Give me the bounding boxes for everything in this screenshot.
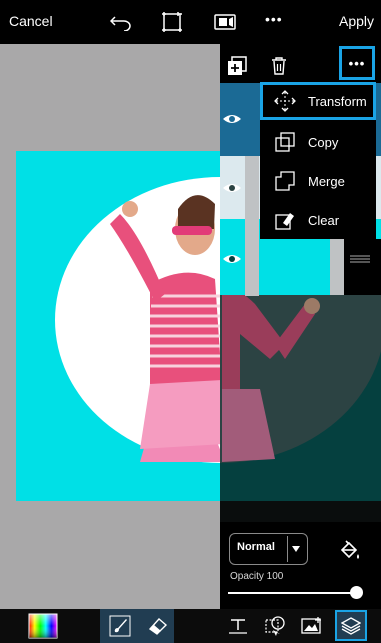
menu-item-label: Clear [308,212,340,228]
layer-drag-area[interactable] [344,239,381,295]
eraser-icon[interactable] [142,610,174,642]
top-toolbar [0,0,381,44]
menu-item-copy[interactable]: Copy [260,123,376,161]
opacity-slider-track[interactable] [228,592,358,594]
eye-icon[interactable] [222,181,242,195]
blend-divider [287,536,288,562]
menu-item-merge[interactable]: Merge [260,162,376,200]
menu-item-label: Transform [308,93,367,109]
image-layer-icon[interactable] [296,610,328,642]
text-tool-icon[interactable] [222,610,254,642]
fill-bucket-icon[interactable] [338,538,362,562]
menu-item-label: Merge [308,173,345,189]
menu-item-transform[interactable]: Transform [260,82,376,120]
add-layer-icon[interactable] [226,55,248,77]
opacity-label: Opacity 100 [230,571,284,582]
shape-selection-icon[interactable] [259,610,291,642]
opacity-slider-handle[interactable] [350,586,363,599]
undo-icon[interactable] [108,10,134,34]
transform-icon [274,90,296,112]
drag-handle-icon[interactable] [350,255,370,263]
brush-icon[interactable] [104,610,136,642]
blend-mode-value: Normal [237,541,275,553]
more-dots-label: ••• [348,55,366,71]
layers-tab-icon[interactable] [335,610,367,641]
menu-item-clear[interactable]: Clear [260,201,376,239]
trash-icon[interactable] [268,55,290,77]
crop-frame-icon[interactable] [159,10,185,34]
eye-icon[interactable] [222,252,242,266]
more-options-button[interactable]: ••• [265,11,283,27]
camera-layer-icon[interactable] [212,10,238,34]
layer-thumb-edge [245,156,259,296]
merge-icon [274,170,296,192]
eye-icon[interactable] [222,112,242,126]
color-picker-icon[interactable] [27,610,59,642]
menu-item-label: Copy [308,134,339,150]
layer-options-button[interactable]: ••• [339,46,375,80]
apply-button[interactable]: Apply [339,13,374,29]
clear-icon [274,209,296,231]
chevron-down-icon[interactable] [292,546,300,552]
copy-icon [274,131,296,153]
layer-options-menu: Transform Copy Merge Clear [260,82,376,239]
cancel-button[interactable]: Cancel [9,13,53,29]
